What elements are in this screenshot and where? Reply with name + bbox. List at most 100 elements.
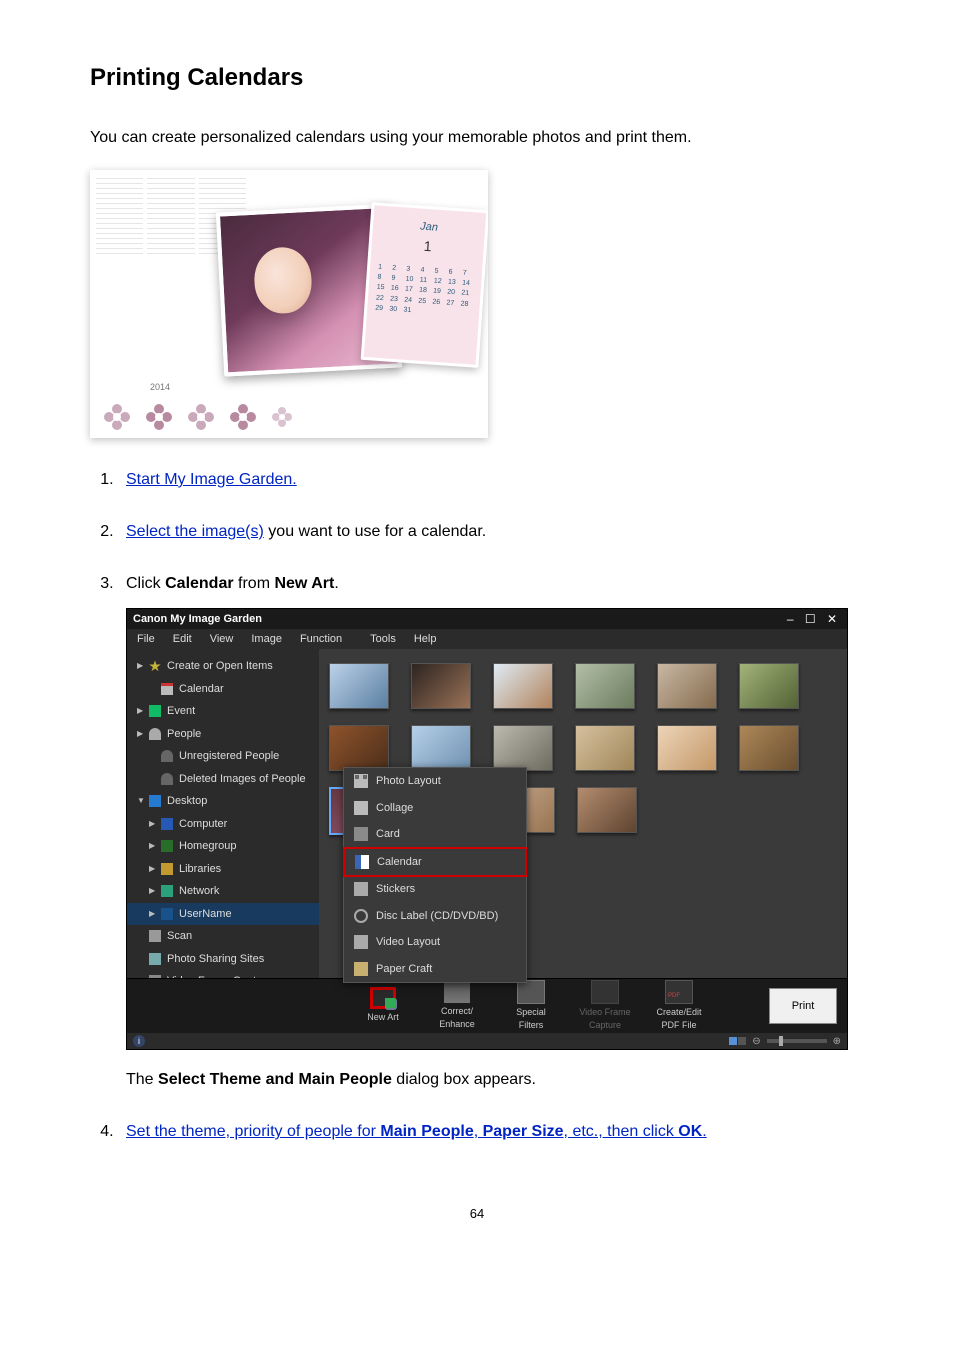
popup-paper-craft[interactable]: Paper Craft: [344, 956, 526, 983]
toolbar-pdf[interactable]: Create/Edit PDF File: [651, 980, 707, 1033]
computer-icon: [161, 818, 173, 830]
thumbnail[interactable]: [493, 663, 553, 709]
pdf-icon: [665, 980, 693, 1004]
sidebar-item-desktop[interactable]: ▼Desktop: [127, 790, 319, 813]
plus-icon: [385, 998, 397, 1010]
network-icon: [161, 885, 173, 897]
thumbnail[interactable]: [411, 663, 471, 709]
zoom-in-icon[interactable]: ⊕: [833, 1034, 841, 1049]
sidebar-item-network[interactable]: ▶Network: [127, 880, 319, 903]
toolbar-correct-enhance[interactable]: Correct/ Enhance: [429, 981, 485, 1032]
menu-edit[interactable]: Edit: [173, 631, 192, 648]
popup-collage[interactable]: Collage: [344, 795, 526, 822]
menu-tools[interactable]: Tools: [370, 631, 396, 648]
step3-subtext: The Select Theme and Main People dialog …: [126, 1068, 864, 1092]
thumbnail[interactable]: [411, 725, 471, 771]
flower-icon: [228, 402, 258, 432]
sidebar-item-username[interactable]: ▶UserName: [127, 903, 319, 926]
paper-craft-icon: [354, 962, 368, 976]
hero-border-deco: [90, 396, 488, 438]
sidebar-item-create[interactable]: ▶Create or Open Items: [127, 655, 319, 678]
info-icon[interactable]: i: [133, 1035, 145, 1047]
window-controls[interactable]: – ☐ ✕: [787, 610, 841, 628]
video-capture-icon: [591, 980, 619, 1004]
titlebar[interactable]: Canon My Image Garden – ☐ ✕: [127, 609, 847, 629]
menu-help[interactable]: Help: [414, 631, 437, 648]
intro-text: You can create personalized calendars us…: [90, 126, 864, 150]
popup-card[interactable]: Card: [344, 821, 526, 848]
hero-month-name: Jan: [420, 221, 439, 234]
stickers-icon: [354, 882, 368, 896]
menubar[interactable]: File Edit View Image Function Tools Help: [127, 629, 847, 649]
event-icon: [149, 705, 161, 717]
calendar-icon: [355, 855, 369, 869]
zoom-slider[interactable]: [767, 1039, 827, 1043]
thumbnail[interactable]: [575, 725, 635, 771]
thumbnail[interactable]: [577, 787, 637, 833]
sidebar-item-computer[interactable]: ▶Computer: [127, 813, 319, 836]
toolbar-special-filters[interactable]: Special Filters: [503, 980, 559, 1033]
sidebar-item-scan[interactable]: Scan: [127, 925, 319, 948]
step3-text: Click Calendar from New Art.: [126, 575, 339, 592]
step2-rest: you want to use for a calendar.: [264, 523, 486, 540]
sidebar[interactable]: ▶Create or Open Items Calendar ▶Event ▶P…: [127, 649, 319, 978]
thumbnail[interactable]: [493, 725, 553, 771]
thumbnail[interactable]: [657, 725, 717, 771]
new-art-popup: Photo Layout Collage Card Calendar Stick…: [343, 767, 527, 983]
popup-stickers[interactable]: Stickers: [344, 876, 526, 903]
folder-icon: [149, 795, 161, 807]
page-title: Printing Calendars: [90, 60, 864, 96]
menu-function[interactable]: Function: [300, 631, 342, 648]
view-mode-toggle[interactable]: [729, 1037, 746, 1045]
hero-illustration: Jan1 1234567 891011121314 15161718192021…: [90, 170, 864, 438]
popup-photo-layout[interactable]: Photo Layout: [344, 768, 526, 795]
share-icon: [149, 953, 161, 965]
step-3: Click Calendar from New Art. Canon My Im…: [118, 572, 864, 1092]
set-theme-link[interactable]: Set the theme, priority of people for Ma…: [126, 1123, 707, 1140]
statusbar: i ⊖ ⊕: [127, 1033, 847, 1049]
thumbnail[interactable]: [329, 663, 389, 709]
correct-icon: [444, 981, 470, 1003]
thumbnail[interactable]: [329, 725, 389, 771]
sidebar-item-videoframe[interactable]: Video Frame Capture: [127, 970, 319, 978]
select-images-link[interactable]: Select the image(s): [126, 523, 264, 540]
start-app-link[interactable]: Start My Image Garden.: [126, 471, 297, 488]
thumbnail[interactable]: [739, 725, 799, 771]
sidebar-item-people[interactable]: ▶People: [127, 723, 319, 746]
zoom-out-icon[interactable]: ⊖: [752, 1034, 760, 1049]
thumbnail[interactable]: [739, 663, 799, 709]
print-button[interactable]: Print: [769, 988, 837, 1024]
app-window: Canon My Image Garden – ☐ ✕ File Edit Vi…: [126, 608, 848, 1050]
sidebar-item-deleted[interactable]: Deleted Images of People: [127, 768, 319, 791]
menu-image[interactable]: Image: [251, 631, 282, 648]
toolbar-new-art[interactable]: New Art: [355, 987, 411, 1025]
card-icon: [354, 827, 368, 841]
libraries-icon: [161, 863, 173, 875]
silhouette-icon: [161, 773, 173, 785]
people-icon: [149, 728, 161, 740]
menu-view[interactable]: View: [210, 631, 234, 648]
sidebar-item-event[interactable]: ▶Event: [127, 700, 319, 723]
user-icon: [161, 908, 173, 920]
sidebar-item-unreg[interactable]: Unregistered People: [127, 745, 319, 768]
popup-calendar[interactable]: Calendar: [343, 847, 527, 878]
flower-icon: [144, 402, 174, 432]
calendar-icon: [161, 683, 173, 695]
flower-icon: [186, 402, 216, 432]
app-title: Canon My Image Garden: [133, 611, 262, 628]
sidebar-item-libraries[interactable]: ▶Libraries: [127, 858, 319, 881]
sidebar-item-sharing[interactable]: Photo Sharing Sites: [127, 948, 319, 971]
toolbar-video-capture: Video Frame Capture: [577, 980, 633, 1033]
sidebar-item-homegroup[interactable]: ▶Homegroup: [127, 835, 319, 858]
sidebar-item-calendar[interactable]: Calendar: [127, 678, 319, 701]
flower-icon: [270, 405, 294, 429]
thumbnail[interactable]: [575, 663, 635, 709]
popup-video-layout[interactable]: Video Layout: [344, 929, 526, 956]
step-1: Start My Image Garden.: [118, 468, 864, 492]
thumbnail[interactable]: [657, 663, 717, 709]
menu-file[interactable]: File: [137, 631, 155, 648]
popup-disc-label[interactable]: Disc Label (CD/DVD/BD): [344, 903, 526, 930]
new-art-icon: [370, 987, 396, 1009]
silhouette-icon: [161, 750, 173, 762]
hero-year: 2014: [150, 381, 170, 395]
